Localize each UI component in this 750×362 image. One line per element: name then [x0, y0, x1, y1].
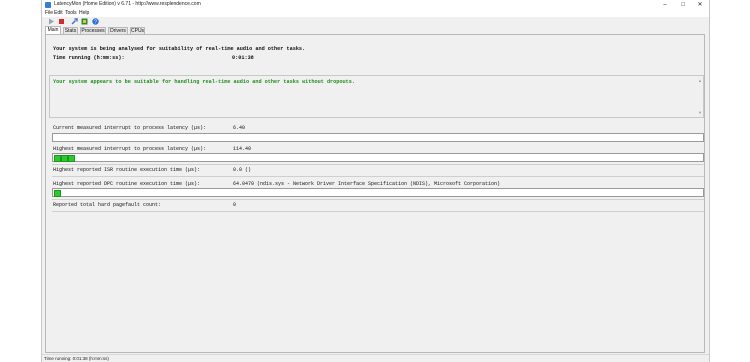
divider: [52, 164, 704, 165]
status-text: Time running: 0:01:38 (h:mm:ss): [44, 356, 109, 361]
bar-segment: [54, 190, 61, 197]
scroll-up-icon[interactable]: ▲: [698, 78, 702, 83]
menu-help[interactable]: Help: [79, 10, 89, 17]
isr-time-label: Highest reported ISR routine execution t…: [53, 167, 201, 173]
highest-latency-label: Highest measured interrupt to process la…: [53, 146, 207, 152]
app-icon: [45, 2, 51, 8]
highest-latency-value: 114.40: [233, 146, 252, 152]
time-running-value: 0:01:38: [232, 55, 254, 61]
menu-edit[interactable]: Edit: [54, 10, 63, 17]
report-icon[interactable]: [81, 18, 88, 25]
pagefault-value: 0: [233, 202, 237, 208]
window-title: LatencyMon (Home Edition) v 6.71 - http:…: [54, 1, 201, 7]
latency-stats: Current measured interrupt to process la…: [49, 118, 704, 238]
tab-strip: Main Stats Processes Drivers CPUs: [42, 26, 709, 34]
current-latency-label: Current measured interrupt to process la…: [53, 125, 207, 131]
main-panel: Your system is being analysed for suitab…: [45, 34, 705, 353]
tab-drivers[interactable]: Drivers: [108, 27, 128, 34]
time-running-label: Time running (h:mm:ss):: [53, 55, 125, 61]
status-bar: Time running: 0:01:38 (h:mm:ss): [42, 354, 709, 362]
close-button[interactable]: ✕: [692, 0, 708, 10]
isr-time-value: 0.0 (): [233, 167, 252, 173]
dpc-time-bar: [52, 188, 704, 197]
bar-segment: [61, 155, 68, 162]
svg-text:?: ?: [94, 19, 97, 25]
pagefault-label: Reported total hard pagefault count:: [53, 202, 162, 208]
latencymon-window: LatencyMon (Home Edition) v 6.71 - http:…: [41, 0, 710, 362]
tab-main[interactable]: Main: [45, 26, 61, 34]
minimize-button[interactable]: –: [657, 0, 673, 10]
tab-processes[interactable]: Processes: [80, 27, 106, 34]
divider: [52, 211, 704, 212]
verdict-box: Your system appears to be suitable for h…: [49, 75, 704, 118]
title-bar: LatencyMon (Home Edition) v 6.71 - http:…: [42, 0, 709, 10]
menu-bar: File Edit Tools Help: [42, 10, 709, 17]
highest-latency-bar: [52, 153, 704, 162]
help-icon[interactable]: ?: [92, 18, 99, 25]
toolbar: ?: [42, 17, 709, 26]
current-latency-value: 6.40: [233, 125, 246, 131]
play-icon[interactable]: [48, 18, 55, 25]
analysis-message: Your system is being analysed for suitab…: [53, 46, 306, 52]
scroll-down-icon[interactable]: ▼: [698, 110, 702, 115]
current-latency-bar: [52, 133, 704, 142]
dpc-time-value: 64.0470 (ndis.sys - Network Driver Inter…: [233, 181, 501, 187]
dpc-time-label: Highest reported DPC routine execution t…: [53, 181, 201, 187]
bar-segment: [54, 155, 61, 162]
divider: [52, 199, 704, 200]
verdict-message: Your system appears to be suitable for h…: [53, 79, 355, 85]
menu-file[interactable]: File: [45, 10, 53, 17]
tab-stats[interactable]: Stats: [63, 27, 78, 34]
maximize-button[interactable]: □: [675, 0, 691, 10]
divider: [52, 176, 704, 177]
bar-segment: [68, 155, 75, 162]
tools-icon[interactable]: [71, 18, 78, 25]
stop-icon[interactable]: [58, 18, 65, 25]
tab-cpus[interactable]: CPUs: [130, 27, 145, 34]
menu-tools[interactable]: Tools: [65, 10, 77, 17]
